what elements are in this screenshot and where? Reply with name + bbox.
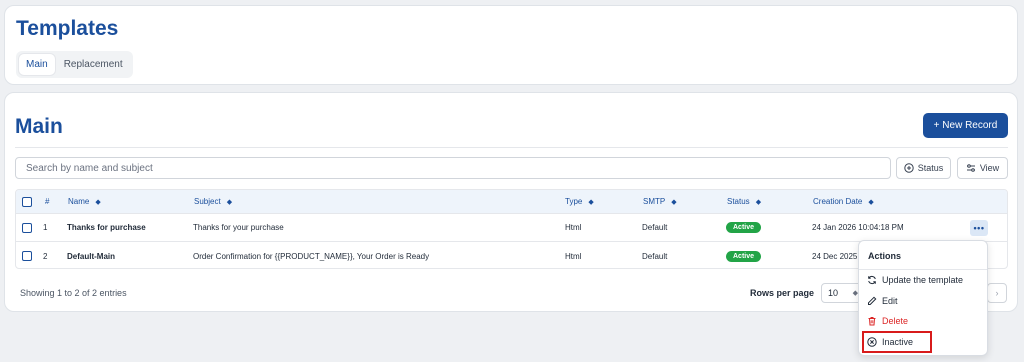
row-checkbox[interactable]	[22, 222, 32, 233]
sort-icon: ◆	[671, 198, 677, 206]
chevron-right-icon: ›	[995, 288, 999, 298]
menu-item-update-template[interactable]: Update the template	[867, 275, 963, 285]
view-button[interactable]: View	[957, 157, 1008, 179]
sort-icon: ◆	[226, 198, 233, 206]
menu-item-label: Update the template	[882, 275, 964, 285]
pencil-icon	[868, 296, 877, 305]
refresh-icon	[868, 275, 876, 285]
sliders-icon	[966, 164, 975, 172]
row-smtp: Default	[642, 251, 668, 261]
status-badge: Active	[726, 250, 762, 262]
column-header-date-sort[interactable]: Creation Date ◆	[813, 190, 874, 213]
sort-icon: ◆	[95, 198, 101, 206]
column-header-subject: Subject	[194, 197, 221, 206]
menu-item-label: Delete	[882, 316, 909, 326]
row-name: Thanks for purchase	[67, 223, 146, 232]
column-header-smtp-sort[interactable]: SMTP ◆	[643, 190, 677, 213]
table-header: # Name ◆ Subject ◆ Type ◆ SMTP ◆ Status ◆ Cre…	[16, 190, 1007, 214]
column-header-status: Status	[727, 197, 750, 206]
column-header-type-sort[interactable]: Type ◆	[565, 190, 594, 213]
trash-icon	[868, 317, 876, 326]
rows-per-page-value: 10	[828, 288, 839, 298]
row-creation-date: 24 Jan 2026 10:04:18 PM	[812, 223, 904, 232]
row-smtp: Default	[642, 223, 668, 232]
column-header-name-sort[interactable]: Name ◆	[68, 190, 101, 213]
more-horizontal-icon: •••	[973, 222, 985, 233]
row-number: 2	[43, 251, 48, 261]
row-checkbox[interactable]	[22, 251, 32, 261]
column-header-name: Name	[68, 197, 90, 206]
actions-menu-title: Actions	[868, 251, 902, 261]
rows-per-page-label: Rows per page	[750, 288, 815, 298]
menu-item-delete[interactable]: Delete	[867, 316, 908, 326]
row-subject: Order Confirmation for {{PRODUCT_NAME}},…	[193, 251, 430, 261]
row-creation-date: 24 Dec 2025	[812, 251, 858, 261]
row-type: Html	[565, 251, 582, 261]
divider	[15, 147, 1008, 148]
column-header-status-sort[interactable]: Status ◆	[727, 190, 761, 213]
column-header-type: Type	[565, 197, 583, 206]
new-record-button[interactable]: + New Record	[923, 113, 1008, 138]
tab-bar: Main Replacement	[16, 51, 133, 78]
section-title: Main	[15, 115, 63, 138]
column-header-smtp: SMTP	[643, 197, 666, 206]
sort-icon: ◆	[755, 198, 762, 206]
status-filter-button[interactable]: Status	[896, 157, 951, 179]
next-page-button[interactable]: ›	[987, 283, 1007, 303]
search-input[interactable]	[15, 157, 891, 179]
sort-icon: ◆	[588, 198, 594, 206]
row-subject: Thanks for your purchase	[193, 223, 284, 232]
templates-header-card: Templates Main Replacement	[4, 5, 1018, 85]
menu-item-label: Edit	[882, 296, 898, 306]
page-title: Templates	[16, 17, 119, 40]
row-type: Html	[565, 223, 582, 232]
menu-item-edit[interactable]: Edit	[867, 296, 898, 306]
entries-info: Showing 1 to 2 of 2 entries	[20, 288, 127, 298]
row-actions-button[interactable]: •••	[970, 219, 988, 236]
plus-circle-icon	[904, 163, 914, 173]
row-number: 1	[43, 223, 48, 232]
column-header-number: #	[45, 197, 50, 206]
view-button-label: View	[979, 163, 1000, 173]
select-all-checkbox[interactable]	[22, 196, 32, 207]
tab-main[interactable]: Main	[19, 54, 55, 75]
table-row[interactable]: 1 Thanks for purchase Thanks for your pu…	[16, 214, 1007, 242]
menu-divider	[859, 269, 987, 270]
row-name: Default-Main	[67, 251, 115, 261]
status-button-label: Status	[917, 163, 944, 173]
tab-replacement[interactable]: Replacement	[57, 54, 130, 75]
sort-icon: ◆	[868, 198, 874, 206]
highlight-box	[862, 331, 932, 353]
status-badge: Active	[726, 222, 762, 233]
column-header-subject-sort[interactable]: Subject ◆	[194, 190, 232, 213]
column-header-date: Creation Date	[813, 197, 863, 206]
